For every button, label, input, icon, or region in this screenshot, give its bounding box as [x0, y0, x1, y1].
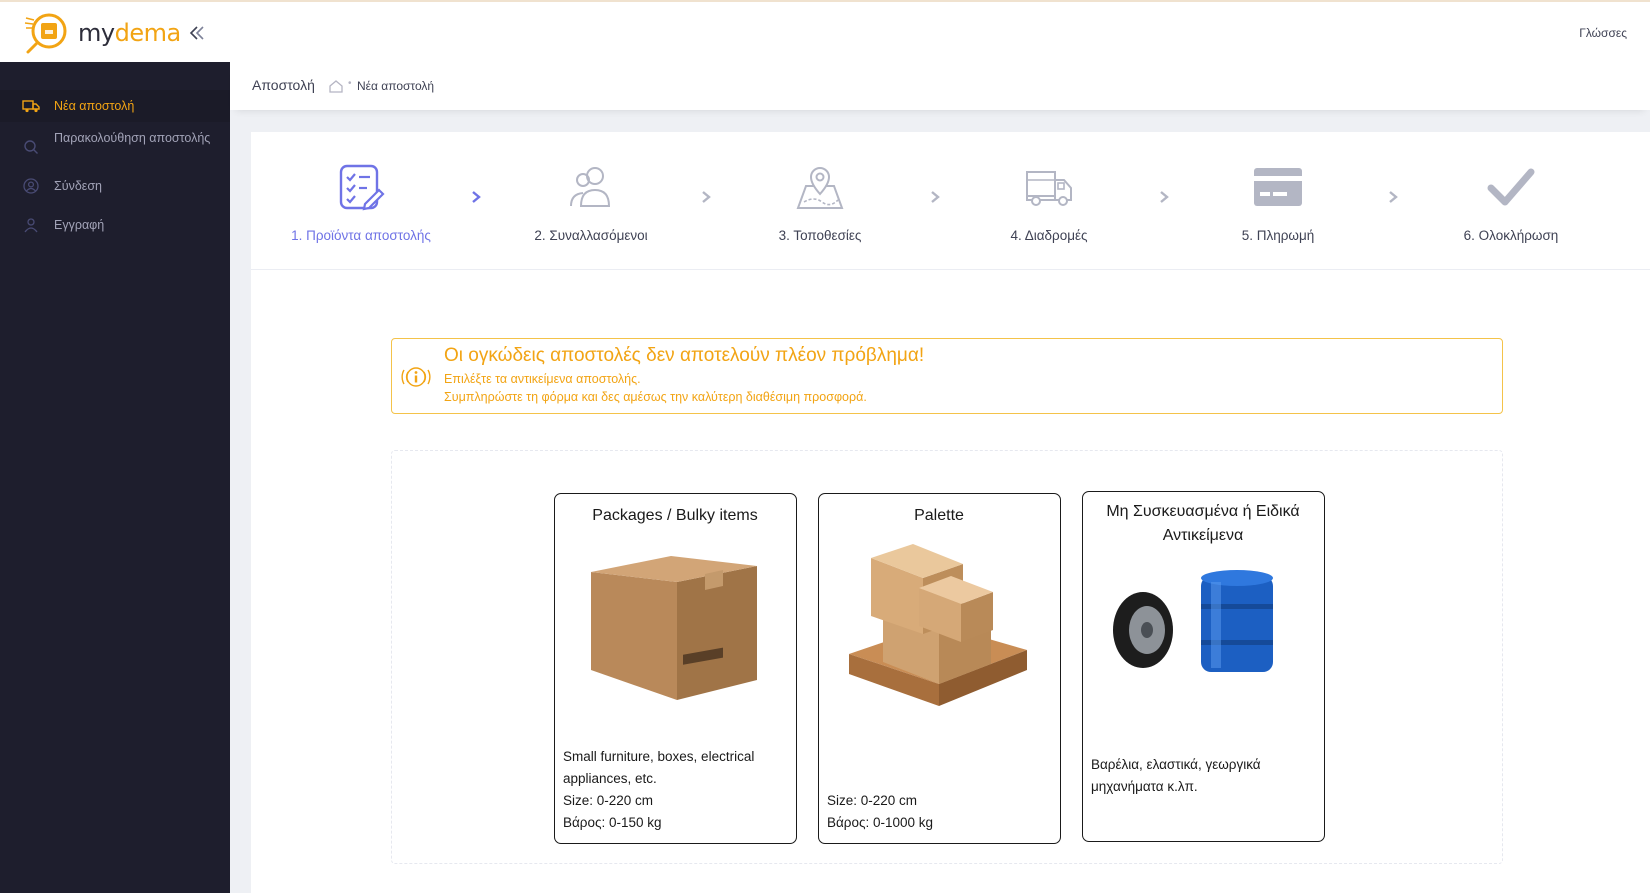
step-label: 4. Διαδρομές: [1010, 228, 1088, 243]
subheader: Αποστολή • Νέα αποστολή: [230, 62, 1650, 110]
option-description: Size: 0-220 cm: [827, 793, 918, 808]
sidebar-item-label: Νέα αποστολή: [54, 99, 135, 113]
option-title: Μη Συσκευασμένα ή Ειδικά: [1106, 503, 1300, 520]
step-label: 3. Τοποθεσίες: [778, 228, 862, 243]
alert-title: Οι ογκώδεις αποστολές δεν αποτελούν πλέο…: [444, 345, 925, 366]
tire-and-barrel-image: [1113, 570, 1273, 672]
chevron-right-icon: [1389, 191, 1398, 203]
brand-logo[interactable]: mydema: [24, 10, 181, 56]
option-title: Αντικείμενα: [1162, 527, 1244, 544]
sidebar-item-register[interactable]: Εγγραφή: [0, 210, 230, 238]
collapse-sidebar-icon[interactable]: [186, 22, 208, 44]
chevron-right-icon: [472, 191, 481, 203]
option-description: μηχανήματα κ.λπ.: [1091, 779, 1198, 794]
sidebar-item-label: Σύνδεση: [54, 179, 103, 193]
step-locations[interactable]: 3. Τοποθεσίες: [720, 162, 920, 243]
cardboard-box-image: [591, 556, 757, 700]
sidebar-item-new-shipment[interactable]: Νέα αποστολή: [0, 90, 230, 122]
alert-text: Επιλέξτε τα αντικείμενα αποστολής.: [444, 372, 641, 386]
checklist-icon: [339, 164, 385, 211]
step-label: 1. Προϊόντα αποστολής: [291, 228, 431, 243]
option-title: Palette: [914, 507, 964, 524]
user-icon: [24, 218, 38, 233]
chevron-right-icon: [702, 191, 711, 203]
step-participants[interactable]: 2. Συναλλασόμενοι: [491, 162, 691, 243]
step-label: 2. Συναλλασόμενοι: [534, 228, 648, 243]
option-packages[interactable]: Packages / Bulky items Small furniture, …: [554, 493, 797, 844]
info-alert: Οι ογκώδεις αποστολές δεν αποτελούν πλέο…: [391, 338, 1503, 414]
option-description: Small furniture, boxes, electrical: [563, 749, 755, 764]
truck-icon: [22, 100, 40, 113]
info-icon: [401, 367, 431, 387]
credit-card-icon: [1254, 168, 1302, 206]
top-bar: mydema Γλώσσες: [0, 0, 1650, 62]
step-payment[interactable]: 5. Πληρωμή: [1178, 162, 1378, 243]
sidebar-item-label: Παρακολούθηση αποστολής: [54, 131, 211, 145]
step-completion[interactable]: 6. Ολοκλήρωση: [1411, 162, 1611, 243]
option-description: Size: 0-220 cm: [563, 793, 654, 808]
option-special-items[interactable]: Μη Συσκευασμένα ή Ειδικά Αντικείμενα Βαρ…: [1082, 491, 1325, 842]
step-routes[interactable]: 4. Διαδρομές: [949, 162, 1149, 243]
truck-icon: [1026, 171, 1072, 206]
sidebar: Νέα αποστολή Παρακολούθηση αποστολής Σύν…: [0, 62, 230, 893]
map-pin-icon: [796, 167, 844, 209]
option-palette[interactable]: Palette Size: 0-220 cm Βάρος: 0-1000 kg: [818, 493, 1061, 844]
wizard-stepper: 1. Προϊόντα αποστολής 2. Συναλλασόμενοι: [251, 132, 1650, 270]
home-icon[interactable]: [328, 78, 344, 94]
sidebar-item-label: Εγγραφή: [54, 218, 105, 232]
language-selector[interactable]: Γλώσσες: [1579, 26, 1627, 40]
chevron-right-icon: [931, 191, 940, 203]
users-icon: [570, 167, 611, 207]
page-title: Αποστολή: [252, 77, 315, 93]
breadcrumb[interactable]: Νέα αποστολή: [357, 79, 434, 93]
option-description: Βάρος: 0-1000 kg: [827, 815, 934, 830]
search-icon: [24, 140, 38, 154]
chevron-right-icon: [1160, 191, 1169, 203]
sidebar-item-tracking[interactable]: Παρακολούθηση αποστολής: [0, 128, 230, 168]
step-products[interactable]: 1. Προϊόντα αποστολής: [261, 162, 461, 243]
alert-text: Συμπληρώστε τη φόρμα και δες αμέσως την …: [444, 390, 867, 404]
option-description: Βάρος: 0-150 kg: [563, 815, 662, 830]
pallet-boxes-image: [849, 544, 1027, 706]
check-icon: [1487, 168, 1535, 206]
brand-name: mydema: [78, 19, 181, 47]
step-label: 5. Πληρωμή: [1241, 228, 1315, 243]
user-circle-icon: [23, 178, 39, 194]
sidebar-item-login[interactable]: Σύνδεση: [0, 172, 230, 200]
shipment-type-options: Packages / Bulky items Small furniture, …: [391, 450, 1503, 864]
step-label: 6. Ολοκλήρωση: [1463, 228, 1559, 243]
wizard-card: 1. Προϊόντα αποστολής 2. Συναλλασόμενοι: [251, 132, 1650, 893]
logo-mark-icon: [24, 13, 67, 54]
option-title: Packages / Bulky items: [592, 507, 758, 524]
option-description: Βαρέλια, ελαστικά, γεωργικά: [1091, 757, 1261, 772]
breadcrumb-separator: •: [348, 78, 352, 89]
option-description: appliances, etc.: [563, 771, 657, 786]
